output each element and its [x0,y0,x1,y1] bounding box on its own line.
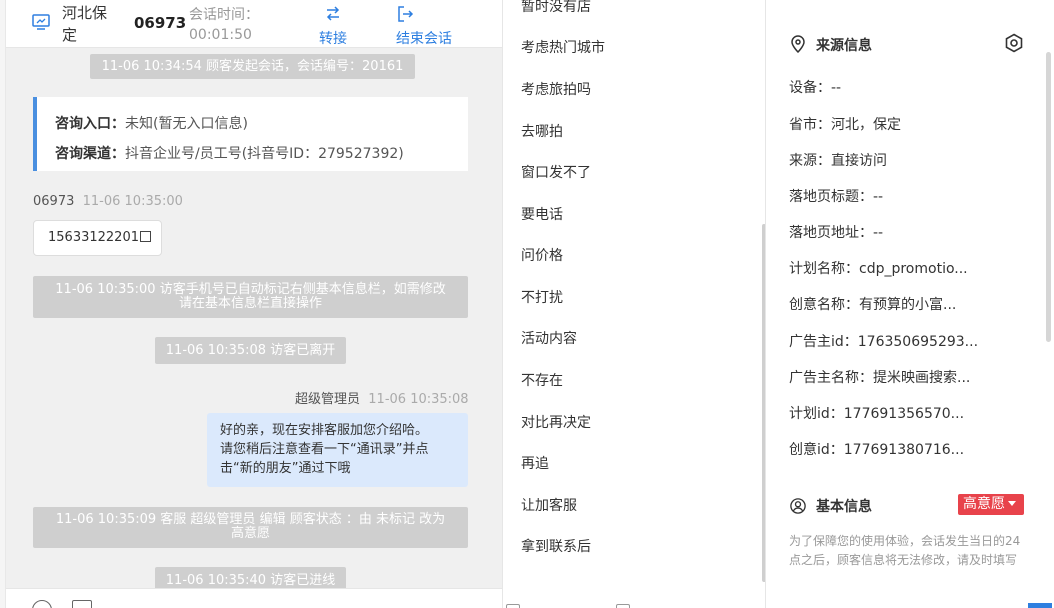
quick-reply-item[interactable]: 对比再决定 [521,412,591,432]
chat-header: 河北保定 06973 会话时间： 00:01:50 转接 结束会话 [6,0,502,48]
source-info-field: 广告主id：176350695293... [789,334,979,350]
monitor-icon [32,14,50,30]
visitor-message-time: 11-06 10:35:00 [82,194,183,209]
quick-reply-panel: 暂时没有店考虑热门城市 考虑旅拍吗去哪拍窗口发不了要电话问价格不打扰活动内容不存在… [502,0,766,608]
end-session-label: 结束会话 [396,31,452,47]
transfer-button[interactable]: 转接 [319,4,347,48]
agent-message-bubble: 好的亲，现在安排客服加您介绍哈。 请您稍后注意查看一下“通讯录”并点 击“新的朋… [207,413,468,487]
quick-reply-item[interactable]: 不存在 [521,370,563,390]
emoji-icon[interactable] [32,600,52,608]
agent-message-time: 11-06 10:35:08 [368,392,469,407]
exit-icon [398,6,414,22]
visitor-message-meta: 06973 11-06 10:35:00 [33,194,183,209]
agent-message-meta: 超级管理员 11-06 10:35:08 [295,388,469,407]
quick-reply-item[interactable]: 暂时没有店 [521,0,591,16]
hexagon-settings-icon[interactable] [1004,33,1024,53]
quick-reply-item[interactable]: 考虑旅拍吗 [521,79,591,99]
info-panel-scrollbar[interactable] [1046,52,1051,342]
quick-reply-item[interactable]: 考虑热门城市 [521,37,605,57]
transfer-label: 转接 [319,31,347,47]
system-message-visitor-left: 11-06 10:35:08 访客已离开 [155,337,346,364]
system-message-visitor-entered: 11-06 10:35:40 访客已进线 [155,567,346,588]
consult-info-card: 咨询入口：未知(暂无入口信息) 咨询渠道：抖音企业号/员工号(抖音号ID：279… [33,97,468,171]
edit-notice-text: 为了保障您的使用体验，会话发生当日的24点之后，顾客信息将无法修改，请及时填写 [789,534,1021,567]
source-info-field: 落地页地址：-- [789,225,884,241]
agent-name: 超级管理员 [295,392,361,407]
user-circle-icon [790,498,806,514]
source-info-field: 落地页标题：-- [789,189,884,205]
chat-messages[interactable]: 11-06 10:34:54 顾客发起会话，会话编号：20161 咨询入口：未知… [6,48,496,588]
chat-panel: 河北保定 06973 会话时间： 00:01:50 转接 结束会话 11-06 … [6,0,502,608]
quick-reply-item[interactable]: 让加客服 [521,495,577,515]
source-info-field: 设备：-- [789,80,842,96]
end-session-button[interactable]: 结束会话 [396,4,452,48]
source-info-field: 创意名称：有预算的小富... [789,297,957,313]
copy-icon[interactable] [139,231,151,242]
session-time-value: 00:01:50 [189,27,252,43]
consult-channel-row: 咨询渠道：抖音企业号/员工号(抖音号ID：279527392) [55,146,404,162]
quick-reply-item[interactable]: 不打扰 [521,287,563,307]
visitor-name: 06973 [33,194,75,209]
source-info-field: 来源：直接访问 [789,153,887,169]
source-info-title: 来源信息 [790,35,872,55]
quick-reply-item[interactable]: 再追 [521,453,549,473]
quick-reply-item[interactable]: 活动内容 [521,328,577,348]
quick-reply-item[interactable]: 问价格 [521,245,563,265]
quick-reply-item[interactable]: 拿到联系后 [521,536,591,556]
source-info-field: 创意id：177691380716... [789,442,965,458]
checkbox[interactable] [616,604,630,608]
checkbox[interactable] [506,604,520,608]
quick-reply-item[interactable]: 窗口发不了 [521,162,591,182]
source-info-field: 广告主名称：提米映画搜索... [789,370,971,386]
info-panel-bottom-button[interactable] [1028,603,1052,608]
basic-info-title: 基本信息 [790,496,872,516]
visitor-phone-number: 15633122201 [48,230,139,245]
consult-entry-row: 咨询入口：未知(暂无入口信息) [55,116,248,132]
location-pin-icon [791,35,805,53]
source-info-field: 计划名称：cdp_promotio... [789,261,968,277]
intent-level-dropdown[interactable]: 高意愿 [958,494,1024,515]
customer-info-panel: 来源信息 设备：-- 省市：河北，保定 来源：直接访问 落地页标题：-- 落地页地址：-… [766,0,1054,608]
quick-reply-item[interactable]: 去哪拍 [521,121,563,141]
visitor-location: 河北保定 [62,4,108,44]
system-message-phone-marked: 11-06 10:35:00 访客手机号已自动标记右侧基本信息栏，如需修改 请在… [33,276,468,318]
system-message-start: 11-06 10:34:54 顾客发起会话，会话编号：20161 [90,54,415,79]
system-message-status-change: 11-06 10:35:09 客服 超级管理员 编辑 顾客状态 ：由 未标记 改… [33,507,468,548]
caret-down-icon [1008,501,1016,506]
session-time-label: 会话时间： [189,7,259,23]
quick-reply-item[interactable]: 要电话 [521,204,563,224]
visitor-phone-message[interactable]: 15633122201 [33,220,162,256]
image-upload-icon[interactable] [72,600,92,608]
source-info-field: 计划id：177691356570... [789,406,965,422]
session-visitor-id: 06973 [134,14,187,32]
source-info-field: 省市：河北，保定 [789,117,901,133]
transfer-icon [326,6,340,21]
chat-input-toolbar [6,588,502,608]
